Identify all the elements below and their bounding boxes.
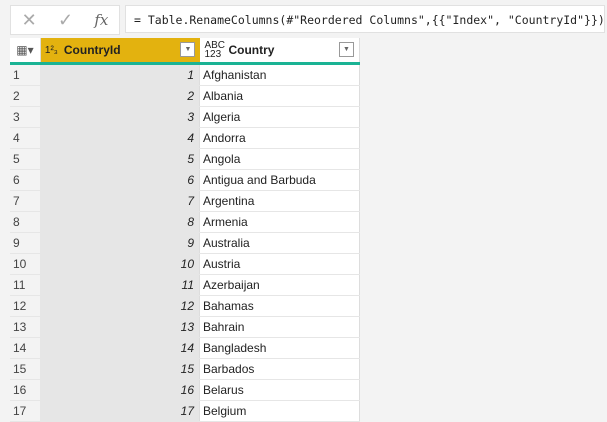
- table-row: 13 13 Bahrain: [10, 317, 360, 338]
- cell-countryid[interactable]: 14: [40, 338, 200, 358]
- cell-country[interactable]: Azerbaijan: [200, 275, 360, 295]
- confirm-icon[interactable]: ✓: [58, 10, 73, 31]
- row-number: 10: [10, 254, 40, 274]
- cell-countryid[interactable]: 17: [40, 401, 200, 421]
- table-row: 4 4 Andorra: [10, 128, 360, 149]
- table-row: 1 1 Afghanistan: [10, 65, 360, 86]
- filter-dropdown-icon[interactable]: ▼: [180, 42, 196, 57]
- cell-countryid[interactable]: 3: [40, 107, 200, 127]
- cell-countryid[interactable]: 5: [40, 149, 200, 169]
- row-number: 4: [10, 128, 40, 148]
- cell-country[interactable]: Barbados: [200, 359, 360, 379]
- cancel-icon[interactable]: ✕: [22, 10, 37, 31]
- cell-country[interactable]: Armenia: [200, 212, 360, 232]
- column-header-countryid[interactable]: 1²₃ CountryId ▼: [40, 38, 201, 62]
- cell-countryid[interactable]: 16: [40, 380, 200, 400]
- row-number: 8: [10, 212, 40, 232]
- any-type-icon[interactable]: ABC 123: [204, 41, 225, 60]
- row-number: 14: [10, 338, 40, 358]
- formula-buttons: ✕ ✓ fx: [10, 5, 120, 35]
- cell-country[interactable]: Austria: [200, 254, 360, 274]
- left-pane-edge: [0, 38, 10, 419]
- cell-country[interactable]: Bahamas: [200, 296, 360, 316]
- filter-dropdown-icon[interactable]: ▼: [339, 42, 354, 57]
- cell-countryid[interactable]: 15: [40, 359, 200, 379]
- table-row: 14 14 Bangladesh: [10, 338, 360, 359]
- cell-country[interactable]: Albania: [200, 86, 360, 106]
- table-row: 3 3 Algeria: [10, 107, 360, 128]
- row-number: 12: [10, 296, 40, 316]
- cell-countryid[interactable]: 2: [40, 86, 200, 106]
- row-number: 6: [10, 170, 40, 190]
- cell-countryid[interactable]: 10: [40, 254, 200, 274]
- table-row: 6 6 Antigua and Barbuda: [10, 170, 360, 191]
- row-number: 1: [10, 65, 40, 85]
- row-number: 16: [10, 380, 40, 400]
- table-row: 11 11 Azerbaijan: [10, 275, 360, 296]
- cell-country[interactable]: Bahrain: [200, 317, 360, 337]
- cell-countryid[interactable]: 6: [40, 170, 200, 190]
- cell-country[interactable]: Antigua and Barbuda: [200, 170, 360, 190]
- cell-country[interactable]: Afghanistan: [200, 65, 360, 85]
- formula-input[interactable]: = Table.RenameColumns(#"Reordered Column…: [125, 5, 605, 33]
- row-number: 17: [10, 401, 40, 421]
- row-number: 15: [10, 359, 40, 379]
- table-row: 15 15 Barbados: [10, 359, 360, 380]
- table-row: 2 2 Albania: [10, 86, 360, 107]
- table-menu-icon[interactable]: ▦▾: [10, 38, 41, 62]
- cell-countryid[interactable]: 12: [40, 296, 200, 316]
- column-header-country[interactable]: ABC 123 Country ▼: [200, 38, 360, 62]
- table-row: 9 9 Australia: [10, 233, 360, 254]
- row-number: 9: [10, 233, 40, 253]
- table-row: 10 10 Austria: [10, 254, 360, 275]
- row-number: 7: [10, 191, 40, 211]
- cell-country[interactable]: Bangladesh: [200, 338, 360, 358]
- grid-header: ▦▾ 1²₃ CountryId ▼ ABC 123 Country ▼: [10, 38, 360, 65]
- cell-country[interactable]: Belarus: [200, 380, 360, 400]
- whole-number-type-icon[interactable]: 1²₃: [45, 45, 58, 55]
- cell-countryid[interactable]: 11: [40, 275, 200, 295]
- column-name: Country: [228, 43, 275, 57]
- table-row: 16 16 Belarus: [10, 380, 360, 401]
- cell-countryid[interactable]: 9: [40, 233, 200, 253]
- cell-country[interactable]: Angola: [200, 149, 360, 169]
- cell-country[interactable]: Belgium: [200, 401, 360, 421]
- cell-country[interactable]: Australia: [200, 233, 360, 253]
- column-name: CountryId: [63, 43, 121, 57]
- cell-countryid[interactable]: 1: [40, 65, 200, 85]
- cell-countryid[interactable]: 8: [40, 212, 200, 232]
- cell-countryid[interactable]: 7: [40, 191, 200, 211]
- row-number: 11: [10, 275, 40, 295]
- cell-countryid[interactable]: 13: [40, 317, 200, 337]
- fx-icon[interactable]: fx: [94, 11, 108, 29]
- cell-countryid[interactable]: 4: [40, 128, 200, 148]
- data-grid: ▦▾ 1²₃ CountryId ▼ ABC 123 Country ▼ 11A…: [10, 38, 360, 422]
- table-row: 12 12 Bahamas: [10, 296, 360, 317]
- table-row: 7 7 Argentina: [10, 191, 360, 212]
- table-row: 5 5 Angola: [10, 149, 360, 170]
- table-row: 8 8 Armenia: [10, 212, 360, 233]
- cell-country[interactable]: Algeria: [200, 107, 360, 127]
- row-number: 2: [10, 86, 40, 106]
- cell-country[interactable]: Andorra: [200, 128, 360, 148]
- row-number: 5: [10, 149, 40, 169]
- row-number: 13: [10, 317, 40, 337]
- row-number: 3: [10, 107, 40, 127]
- cell-country[interactable]: Argentina: [200, 191, 360, 211]
